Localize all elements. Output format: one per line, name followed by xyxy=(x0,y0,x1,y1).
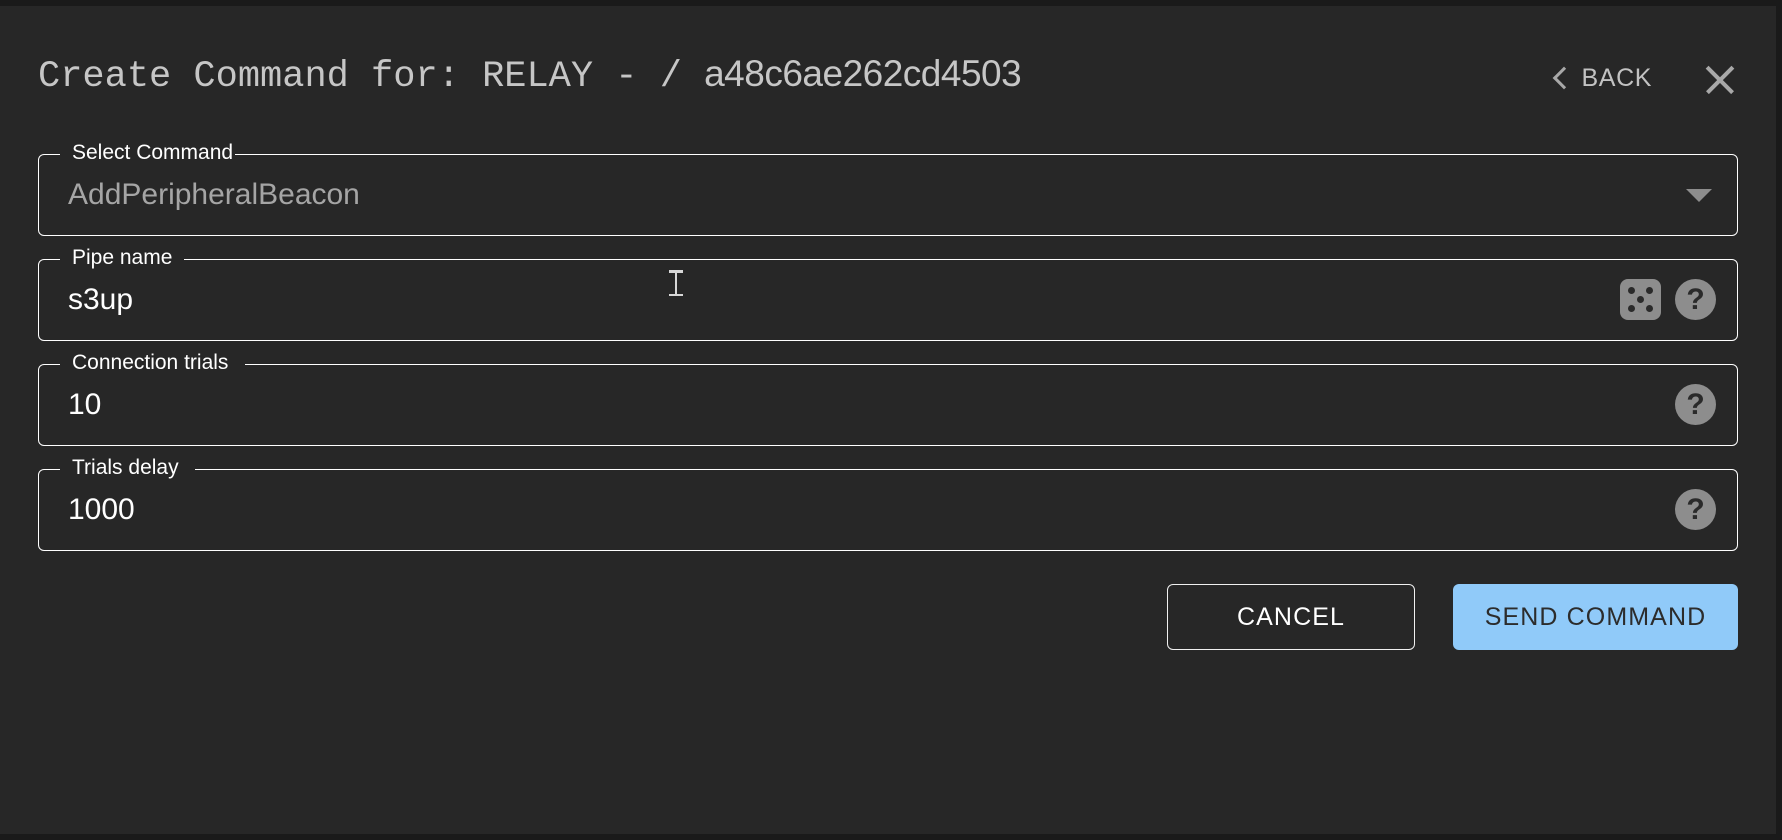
help-icon[interactable]: ? xyxy=(1675,384,1716,425)
chevron-left-icon xyxy=(1552,66,1575,89)
device-id: a48c6ae262cd4503 xyxy=(704,53,1022,94)
page-title: Create Command for: RELAY - / a48c6ae262… xyxy=(38,52,1022,99)
field-outline xyxy=(38,364,1738,446)
page-title-prefix: Create Command for: RELAY - / xyxy=(38,56,705,98)
trials-delay-input[interactable]: 1000 xyxy=(68,490,135,530)
select-command-label: Select Command xyxy=(72,141,234,164)
cancel-button[interactable]: CANCEL xyxy=(1167,584,1415,650)
dialog-actions: CANCEL SEND COMMAND xyxy=(1167,584,1738,650)
create-command-dialog: Create Command for: RELAY - / a48c6ae262… xyxy=(0,6,1782,834)
help-icon[interactable]: ? xyxy=(1675,489,1716,530)
field-outline xyxy=(38,259,1738,341)
dialog-header: Create Command for: RELAY - / a48c6ae262… xyxy=(0,6,1776,118)
pipe-name-label: Pipe name xyxy=(72,246,173,269)
trials-delay-label: Trials delay xyxy=(72,456,179,479)
close-icon[interactable] xyxy=(1696,56,1744,104)
connection-trials-input[interactable]: 10 xyxy=(68,385,101,425)
select-command-value: AddPeripheralBeacon xyxy=(68,178,360,211)
pipe-name-input[interactable]: s3up xyxy=(68,280,133,320)
back-button-label: BACK xyxy=(1581,64,1652,92)
send-command-button[interactable]: SEND COMMAND xyxy=(1453,584,1738,650)
pipe-name-field[interactable]: Pipe name s3up ? xyxy=(38,246,1738,341)
select-command-field[interactable]: Select Command AddPeripheralBeacon xyxy=(38,141,1738,236)
connection-trials-field[interactable]: Connection trials 10 ? xyxy=(38,351,1738,446)
trials-delay-field[interactable]: Trials delay 1000 ? xyxy=(38,456,1738,551)
chevron-down-icon[interactable] xyxy=(1686,189,1712,202)
help-icon[interactable]: ? xyxy=(1675,279,1716,320)
connection-trials-label: Connection trials xyxy=(72,351,229,374)
dice-icon[interactable] xyxy=(1620,279,1661,320)
back-button[interactable]: BACK xyxy=(1550,60,1658,97)
field-outline xyxy=(38,469,1738,551)
